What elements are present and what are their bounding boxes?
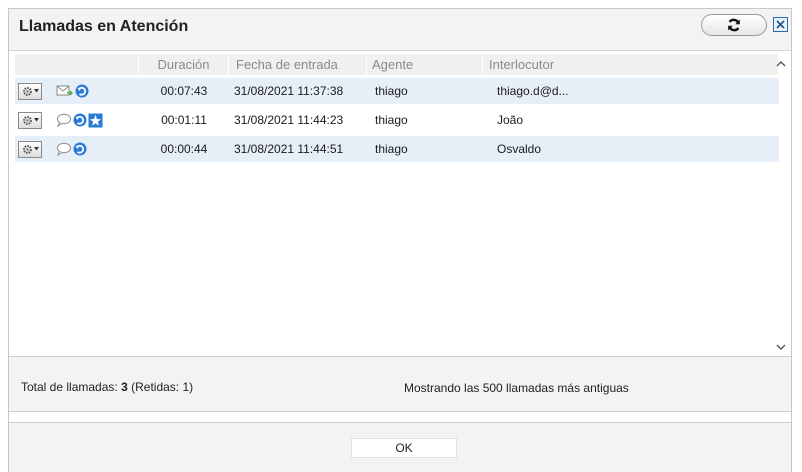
col-actions-header [15, 54, 139, 75]
close-button[interactable] [773, 17, 788, 32]
duration-cell: 00:01:11 [161, 113, 207, 127]
date-cell: 31/08/2021 11:44:23 [234, 113, 344, 127]
total-calls: Total de llamadas: 3 (Retidas: 1) [21, 380, 193, 394]
calls-table: Duración Fecha de entrada Agente Interlo… [15, 54, 779, 354]
transfer-icon [75, 84, 89, 98]
table-row[interactable]: 00:00:44 31/08/2021 11:44:51 thiago Osva… [15, 136, 779, 162]
total-label: Total de llamadas: [21, 380, 118, 394]
chevron-down-icon [776, 344, 786, 350]
summary-bar: Total de llamadas: 3 (Retidas: 1) Mostra… [9, 356, 791, 412]
status-icons [56, 84, 89, 98]
row-actions [15, 111, 139, 129]
gear-menu-button[interactable] [18, 111, 42, 129]
chevron-down-icon [33, 89, 39, 93]
showing-text: Mostrando las 500 llamadas más antiguas [404, 381, 629, 395]
calls-dialog: Llamadas en Atención Duración Fecha de e… [8, 8, 792, 472]
status-icons [56, 142, 87, 156]
interlocutor-cell: João [497, 113, 524, 127]
ok-button[interactable]: OK [351, 438, 457, 458]
retained-count: (Retidas: 1) [131, 380, 194, 394]
email-icon [56, 85, 73, 96]
transfer-icon [73, 142, 87, 156]
button-bar: OK [9, 422, 791, 472]
gear-icon [22, 86, 32, 96]
col-agent-header[interactable]: Agente [367, 54, 483, 75]
col-date-header[interactable]: Fecha de entrada [229, 54, 367, 75]
chevron-up-icon [776, 60, 786, 66]
interlocutor-cell: thiago.d@d... [497, 84, 569, 98]
close-icon [776, 20, 785, 29]
date-cell: 31/08/2021 11:37:38 [234, 84, 344, 98]
refresh-button[interactable] [701, 14, 767, 36]
agent-cell: thiago [375, 84, 408, 98]
chat-icon [57, 113, 71, 127]
dialog-title: Llamadas en Atención [19, 18, 189, 35]
row-actions [15, 140, 139, 158]
transfer-icon [73, 113, 87, 127]
chevron-down-icon [33, 147, 39, 151]
agent-cell: thiago [375, 142, 408, 156]
gear-icon [22, 115, 32, 125]
total-value: 3 [121, 380, 128, 394]
interlocutor-cell: Osvaldo [497, 142, 542, 156]
status-icons [56, 113, 103, 128]
duration-cell: 00:00:44 [160, 142, 208, 156]
scroll-down-button[interactable] [775, 341, 787, 353]
table-row[interactable]: 00:01:11 31/08/2021 11:44:23 thiago João [15, 107, 779, 133]
gear-menu-button[interactable] [18, 82, 42, 100]
col-interlocutor-header[interactable]: Interlocutor [483, 54, 779, 75]
duration-cell: 00:07:43 [160, 84, 208, 98]
table-row[interactable]: 00:07:43 31/08/2021 11:37:38 thiago thia… [15, 78, 779, 104]
agent-cell: thiago [375, 113, 408, 127]
col-duration-header[interactable]: Duración [139, 54, 229, 75]
scroll-up-button[interactable] [775, 57, 787, 69]
row-actions [15, 82, 139, 100]
gear-icon [22, 144, 32, 154]
chat-icon [57, 142, 71, 156]
calls-panel: Duración Fecha de entrada Agente Interlo… [9, 50, 791, 451]
gear-menu-button[interactable] [18, 140, 42, 158]
refresh-icon [728, 18, 740, 32]
date-cell: 31/08/2021 11:44:51 [234, 142, 344, 156]
chevron-down-icon [33, 118, 39, 122]
star-icon [88, 113, 103, 127]
title-bar: Llamadas en Atención [9, 9, 791, 45]
table-header: Duración Fecha de entrada Agente Interlo… [15, 54, 779, 75]
